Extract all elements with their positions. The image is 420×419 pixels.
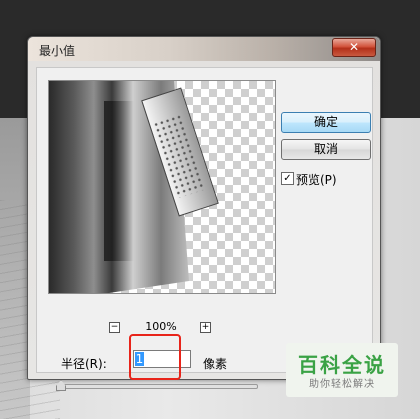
cancel-button[interactable]: 取消 — [281, 139, 371, 160]
zoom-in-button[interactable]: + — [200, 322, 211, 333]
close-icon: ✕ — [348, 40, 360, 54]
zoom-out-button[interactable]: − — [109, 322, 120, 333]
highlight-annotation-box — [129, 334, 181, 380]
radius-label: 半径(R): — [61, 357, 107, 371]
dialog-title: 最小值 — [39, 44, 76, 58]
dialog-body: − 100% + 半径(R): 1 像素 确定 取消 ✓ 预览(P) — [36, 67, 373, 391]
dialog-titlebar[interactable]: 最小值 ✕ — [28, 37, 380, 61]
checkmark-icon: ✓ — [283, 173, 292, 184]
watermark-subtitle: 助你轻松解决 — [309, 379, 375, 390]
preview-pane[interactable] — [48, 80, 276, 294]
unit-label: 像素 — [203, 357, 228, 371]
zoom-out-icon: − — [110, 322, 119, 332]
close-button[interactable]: ✕ — [332, 38, 376, 57]
radius-slider[interactable] — [59, 384, 258, 389]
ok-button[interactable]: 确定 — [281, 112, 371, 133]
preview-checkbox-label[interactable]: 预览(P) — [296, 171, 337, 188]
zoom-in-icon: + — [201, 322, 210, 332]
preview-image-shadow — [104, 101, 134, 261]
watermark-title: 百科全说 — [298, 353, 386, 377]
zoom-level: 100% — [145, 320, 177, 333]
preview-checkbox[interactable]: ✓ — [281, 172, 294, 185]
minimum-filter-dialog: 最小值 ✕ − 100% + 半径(R): 1 像素 确定 取消 ✓ 预览(P) — [27, 36, 381, 391]
